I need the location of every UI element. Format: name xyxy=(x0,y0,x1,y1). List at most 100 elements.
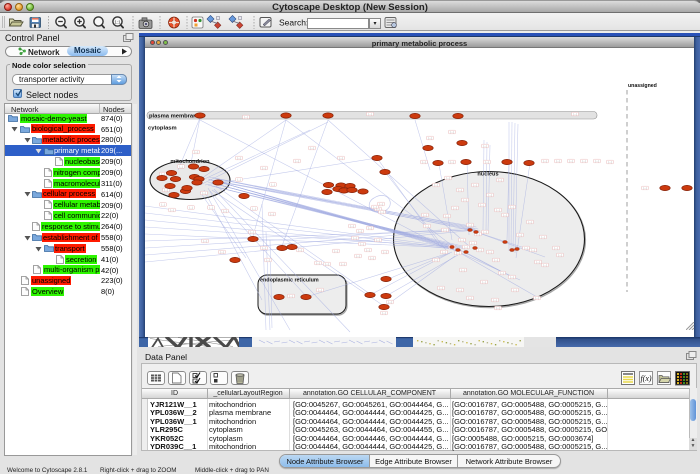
svg-text:(....): (....) xyxy=(485,162,489,164)
svg-text:(....): (....) xyxy=(460,240,464,242)
svg-text:(....): (....) xyxy=(482,282,486,284)
svg-text:(....): (....) xyxy=(456,253,460,255)
svg-text:(....): (....) xyxy=(513,290,517,292)
svg-text:(....): (....) xyxy=(366,250,370,252)
svg-text:(....): (....) xyxy=(341,264,345,266)
svg-text:nucleus: nucleus xyxy=(477,172,498,178)
svg-text:(....): (....) xyxy=(480,205,484,207)
svg-text:(....): (....) xyxy=(453,208,457,210)
svg-text:Search:: Search: xyxy=(279,18,308,28)
svg-text:(....): (....) xyxy=(382,313,386,315)
svg-text:(....): (....) xyxy=(237,158,241,160)
svg-text:(....): (....) xyxy=(266,260,270,262)
svg-text:(....): (....) xyxy=(223,211,227,213)
svg-text:(....): (....) xyxy=(535,298,539,300)
svg-text:(....): (....) xyxy=(483,146,487,148)
svg-text:(....): (....) xyxy=(358,231,362,233)
svg-text:(....): (....) xyxy=(270,214,274,216)
svg-text:(....): (....) xyxy=(573,114,577,116)
svg-text:(....): (....) xyxy=(554,248,558,250)
svg-text:(....): (....) xyxy=(446,178,450,180)
svg-text:(....): (....) xyxy=(353,238,357,240)
svg-text:(....): (....) xyxy=(220,252,224,254)
svg-text:(....): (....) xyxy=(536,262,540,264)
svg-text:(....): (....) xyxy=(496,210,500,212)
svg-text:(....): (....) xyxy=(442,252,446,254)
svg-text:(....): (....) xyxy=(356,256,360,258)
svg-text:(....): (....) xyxy=(439,288,443,290)
svg-text:(....): (....) xyxy=(202,193,206,195)
svg-text:f(x): f(x) xyxy=(640,374,651,383)
svg-text:cytoplasm: cytoplasm xyxy=(148,126,177,132)
svg-text:(....): (....) xyxy=(189,208,193,210)
svg-text:endoplasmic reticulum: endoplasmic reticulum xyxy=(260,278,319,284)
svg-text:(....): (....) xyxy=(428,138,432,140)
svg-text:(....): (....) xyxy=(318,290,322,292)
svg-text:(....): (....) xyxy=(161,205,165,207)
svg-text:(....): (....) xyxy=(289,296,293,298)
svg-text:mitochondrion: mitochondrion xyxy=(170,159,210,165)
svg-text:(....): (....) xyxy=(373,207,377,209)
svg-text:(....): (....) xyxy=(194,152,198,154)
svg-text:(....): (....) xyxy=(463,200,467,202)
svg-text:(....): (....) xyxy=(488,252,492,254)
svg-text:(....): (....) xyxy=(595,161,599,163)
svg-text:(....): (....) xyxy=(608,162,612,164)
svg-text:(....): (....) xyxy=(558,255,562,257)
svg-text:(....): (....) xyxy=(423,215,427,217)
svg-text:(....): (....) xyxy=(298,250,302,252)
svg-text:(....): (....) xyxy=(262,168,266,170)
svg-text:(....): (....) xyxy=(503,215,507,217)
svg-text:(....): (....) xyxy=(310,148,314,150)
svg-text:(....): (....) xyxy=(450,162,454,164)
svg-text:(....): (....) xyxy=(478,250,482,252)
svg-text:(....): (....) xyxy=(476,234,480,236)
svg-text:(....): (....) xyxy=(468,225,472,227)
svg-text:(....): (....) xyxy=(443,230,447,232)
svg-text:(....): (....) xyxy=(434,260,438,262)
svg-text:(....): (....) xyxy=(383,252,387,254)
svg-text:unassigned: unassigned xyxy=(628,83,657,89)
svg-text:(....): (....) xyxy=(244,117,248,119)
svg-text:(....): (....) xyxy=(170,210,174,212)
svg-text:(....): (....) xyxy=(334,251,338,253)
svg-text:(....): (....) xyxy=(164,190,168,192)
svg-text:(....): (....) xyxy=(368,228,372,230)
svg-text:(....): (....) xyxy=(203,241,207,243)
svg-text:(....): (....) xyxy=(461,270,465,272)
svg-text:(....): (....) xyxy=(209,208,213,210)
svg-text:(....): (....) xyxy=(524,248,528,250)
svg-text:(....): (....) xyxy=(295,161,299,163)
svg-text:(....): (....) xyxy=(458,190,462,192)
svg-text:(....): (....) xyxy=(528,222,532,224)
svg-text:(....): (....) xyxy=(643,188,647,190)
svg-text:(....): (....) xyxy=(493,300,497,302)
svg-text:(....): (....) xyxy=(262,248,266,250)
svg-text:(....): (....) xyxy=(388,302,392,304)
svg-text:(....): (....) xyxy=(237,180,241,182)
svg-text:(....): (....) xyxy=(271,185,275,187)
svg-text:(....): (....) xyxy=(316,263,320,265)
svg-text:(....): (....) xyxy=(250,232,254,234)
svg-text:(....): (....) xyxy=(510,277,514,279)
svg-text:(....): (....) xyxy=(556,161,560,163)
svg-text:(....): (....) xyxy=(252,209,256,211)
svg-text:plasma membrane: plasma membrane xyxy=(149,114,201,120)
svg-text:(....): (....) xyxy=(350,226,354,228)
svg-text:(....): (....) xyxy=(582,161,586,163)
svg-text:(....): (....) xyxy=(376,240,380,242)
svg-text:(....): (....) xyxy=(498,180,502,182)
svg-text:(....): (....) xyxy=(496,308,500,310)
svg-text:(....): (....) xyxy=(518,235,522,237)
svg-text:(....): (....) xyxy=(541,237,545,239)
svg-text:(....): (....) xyxy=(379,204,383,206)
svg-text:(....): (....) xyxy=(370,258,374,260)
svg-text:(....): (....) xyxy=(445,216,449,218)
svg-text:(....): (....) xyxy=(464,247,468,249)
svg-text:(....): (....) xyxy=(380,212,384,214)
svg-text:(....): (....) xyxy=(360,244,364,246)
svg-text:(....): (....) xyxy=(339,158,343,160)
svg-text:(....): (....) xyxy=(543,265,547,267)
svg-text:(....): (....) xyxy=(494,260,498,262)
svg-text:(....): (....) xyxy=(325,264,329,266)
